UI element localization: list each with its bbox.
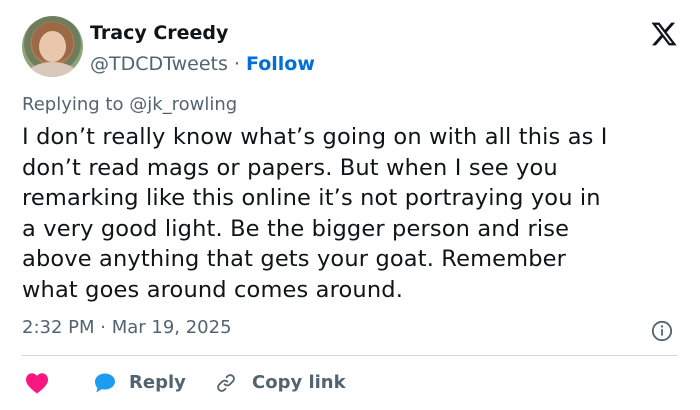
tweet-line: remarking like this online it’s not port… xyxy=(22,185,601,211)
tweet-line: a very good light. Be the bigger person … xyxy=(22,215,570,242)
timestamp[interactable]: 2:32 PM · Mar 19, 2025 xyxy=(22,316,232,340)
tweet-text: I don’t really know what’s going on with… xyxy=(22,122,682,305)
tweet-line: I don’t really know what’s going on with… xyxy=(22,124,608,150)
author-name[interactable]: Tracy Creedy xyxy=(90,21,228,45)
author-handle-row: @TDCDTweets · Follow xyxy=(90,52,315,76)
follow-button[interactable]: Follow xyxy=(246,53,315,75)
avatar[interactable] xyxy=(22,16,83,77)
heart-icon[interactable] xyxy=(25,372,49,394)
tweet-line: above anything that gets your goat. Reme… xyxy=(22,246,567,272)
tweet-line: what goes around comes around. xyxy=(22,276,403,303)
tweet-header: Tracy Creedy @TDCDTweets · Follow xyxy=(22,16,680,78)
tweet-line: don’t read mags or papers. But when I se… xyxy=(22,154,558,181)
link-icon[interactable] xyxy=(215,372,237,394)
divider xyxy=(22,355,678,356)
info-icon[interactable] xyxy=(651,320,673,342)
x-logo-icon[interactable] xyxy=(650,20,678,48)
speech-bubble-icon[interactable] xyxy=(92,372,118,394)
avatar-shoulders xyxy=(26,62,79,77)
separator: · xyxy=(233,53,240,75)
avatar-face xyxy=(39,31,66,62)
reply-button[interactable]: Reply xyxy=(129,371,186,395)
copy-link-button[interactable]: Copy link xyxy=(252,371,346,395)
action-bar: Reply Copy link xyxy=(22,368,678,398)
author-handle[interactable]: @TDCDTweets xyxy=(90,53,228,75)
replying-to[interactable]: Replying to @jk_rowling xyxy=(22,93,237,117)
